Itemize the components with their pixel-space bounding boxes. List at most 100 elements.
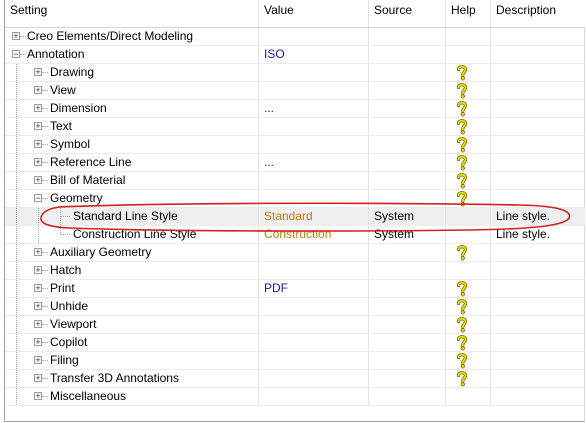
expand-icon[interactable]: + [34,356,42,365]
table-row[interactable]: − Geometry [5,190,585,208]
tree-connector [42,342,48,343]
table-row[interactable]: + Miscellaneous [5,388,585,406]
table-row[interactable]: − Annotation ISO [5,46,585,64]
source-cell [369,82,446,99]
expand-icon[interactable]: + [34,158,42,167]
expand-icon[interactable]: + [34,338,42,347]
table-row[interactable]: + Viewport [5,316,585,334]
expand-icon[interactable]: + [34,140,42,149]
expand-icon[interactable]: + [34,392,42,401]
question-mark-help-icon[interactable] [455,172,469,189]
value-cell[interactable] [259,352,369,369]
value-cell[interactable] [259,244,369,261]
expand-icon[interactable]: + [34,302,42,311]
table-row[interactable]: + Copilot [5,334,585,352]
question-mark-help-icon[interactable] [455,334,469,351]
table-row[interactable]: + Text [5,118,585,136]
expand-icon[interactable]: + [34,248,42,257]
value-cell[interactable] [259,172,369,189]
table-row[interactable]: + Dimension... [5,100,585,118]
expand-icon[interactable]: + [34,122,42,131]
help-cell [446,64,491,81]
value-cell[interactable] [259,388,369,405]
collapse-icon[interactable]: − [34,194,42,203]
expand-icon[interactable]: + [34,104,42,113]
tree-item-label: Construction Line Style [73,227,197,241]
value-cell[interactable]: Standard [259,208,369,225]
help-cell [446,298,491,315]
question-mark-help-icon[interactable] [455,118,469,135]
value-cell[interactable] [259,316,369,333]
source-cell [369,262,446,279]
value-cell[interactable] [259,334,369,351]
question-mark-help-icon[interactable] [455,64,469,81]
table-row[interactable]: + Print PDF [5,280,585,298]
tree-connector [38,226,39,243]
value-cell[interactable] [259,298,369,315]
value-cell[interactable]: Construction [259,226,369,243]
column-header-value[interactable]: Value [259,0,369,27]
column-header-help[interactable]: Help [446,0,491,27]
column-header-setting[interactable]: Setting [5,0,259,27]
question-mark-help-icon[interactable] [455,190,469,207]
tree-connector [16,370,17,387]
table-row[interactable]: + Hatch [5,262,585,280]
table-row[interactable]: + Filing [5,352,585,370]
value-cell[interactable] [259,28,369,45]
setting-cell: + Text [5,118,259,135]
question-mark-help-icon[interactable] [455,352,469,369]
description-cell [491,118,585,135]
value-cell[interactable] [259,118,369,135]
help-cell [446,280,491,297]
tree-connector [20,36,26,37]
table-row[interactable]: Construction Line Style Construction Syste… [5,226,585,244]
table-row[interactable]: + Transfer 3D Annotations [5,370,585,388]
tree-item-label: Drawing [50,65,95,79]
expand-icon[interactable]: + [34,266,42,275]
expand-icon[interactable]: + [34,176,42,185]
help-cell [446,172,491,189]
description-cell [491,298,585,315]
setting-cell: + Miscellaneous [5,388,259,405]
value-cell[interactable] [259,370,369,387]
question-mark-help-icon[interactable] [455,370,469,387]
value-cell[interactable]: ISO [259,46,369,63]
value-cell[interactable] [259,262,369,279]
table-row[interactable]: Standard Line Style Standard System Line st… [5,208,585,226]
question-mark-help-icon[interactable] [455,316,469,333]
question-mark-help-icon[interactable] [455,100,469,117]
column-header-description[interactable]: Description [491,0,585,27]
question-mark-help-icon[interactable] [455,154,469,171]
value-cell[interactable]: ... [259,154,369,171]
table-row[interactable]: + Creo Elements/Direct Modeling [5,28,585,46]
column-header-source[interactable]: Source [369,0,446,27]
question-mark-help-icon[interactable] [455,136,469,153]
table-row[interactable]: + Reference Line... [5,154,585,172]
expand-icon[interactable]: + [34,374,42,383]
question-mark-help-icon[interactable] [455,298,469,315]
table-row[interactable]: + Auxiliary Geometry [5,244,585,262]
expand-icon[interactable]: + [34,320,42,329]
value-cell[interactable]: PDF [259,280,369,297]
value-cell[interactable]: ... [259,100,369,117]
tree-item-label: Symbol [50,137,91,151]
table-row[interactable]: + Drawing [5,64,585,82]
question-mark-help-icon[interactable] [455,244,469,261]
expand-icon[interactable]: + [34,68,42,77]
value-cell[interactable] [259,136,369,153]
question-mark-help-icon[interactable] [455,280,469,297]
table-row[interactable]: + View [5,82,585,100]
value-cell[interactable] [259,64,369,81]
question-mark-help-icon[interactable] [455,82,469,99]
value-cell[interactable] [259,190,369,207]
tree-connector [16,82,17,99]
value-cell[interactable] [259,82,369,99]
table-row[interactable]: + Bill of Material [5,172,585,190]
expand-icon[interactable]: + [34,86,42,95]
expand-icon[interactable]: + [12,32,20,41]
tree-connector [60,216,70,217]
expand-icon[interactable]: + [34,284,42,293]
table-row[interactable]: + Symbol [5,136,585,154]
collapse-icon[interactable]: − [12,50,20,59]
table-row[interactable]: + Unhide [5,298,585,316]
